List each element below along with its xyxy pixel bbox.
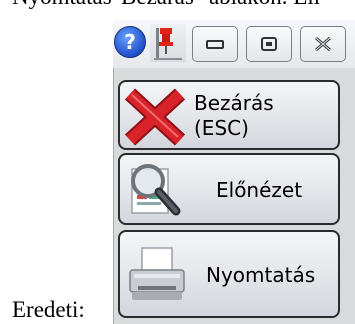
preview-button[interactable]: Előnézet [118, 153, 340, 225]
preview-label: Előnézet [216, 178, 303, 202]
red-x-icon [124, 88, 186, 146]
close-esc-button[interactable]: Bezárás (ESC) [118, 80, 340, 150]
original-label: Eredeti: [12, 297, 85, 322]
restore-icon [261, 37, 277, 51]
restore-button[interactable] [246, 26, 292, 62]
help-icon[interactable]: ? [114, 26, 146, 58]
pin-button[interactable] [150, 24, 186, 62]
pin-icon [154, 28, 182, 60]
close-label-line1: Bezárás [194, 91, 274, 115]
print-label: Nyomtatás [206, 263, 316, 287]
minimize-icon [206, 40, 224, 49]
close-button[interactable] [300, 26, 346, 62]
print-button[interactable]: Nyomtatás [118, 230, 340, 318]
minimize-button[interactable] [192, 26, 238, 62]
magnifier-icon [131, 164, 181, 216]
document-text-fragment: Nyomtatás"Bezárás" ablakon. Ell [12, 0, 320, 9]
document-text-top: Nyomtatás"Bezárás" ablakon. Ell [0, 0, 355, 12]
close-label-line2: (ESC) [194, 116, 249, 140]
printer-icon [129, 247, 185, 300]
close-icon [315, 36, 331, 52]
